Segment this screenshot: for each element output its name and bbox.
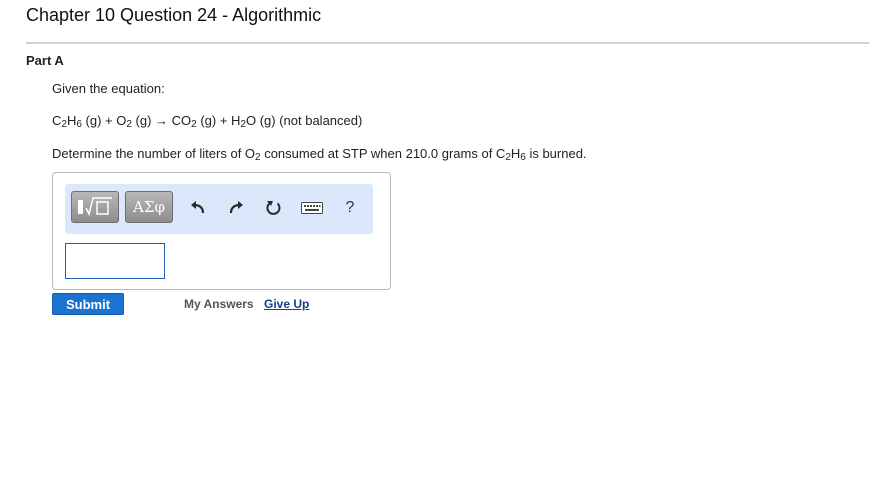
- submit-button[interactable]: Submit: [52, 293, 124, 315]
- templates-button[interactable]: [71, 191, 119, 223]
- question-intro: Given the equation:: [52, 81, 165, 96]
- reset-button[interactable]: [263, 197, 285, 219]
- templates-icon: [78, 197, 112, 217]
- answer-box: ΑΣφ ?: [52, 172, 391, 290]
- title-divider: [26, 42, 869, 44]
- keyboard-button[interactable]: [301, 197, 323, 219]
- symbols-button[interactable]: ΑΣφ: [125, 191, 173, 223]
- undo-button[interactable]: [187, 197, 209, 219]
- page-title: Chapter 10 Question 24 - Algorithmic: [26, 5, 322, 25]
- help-icon: ?: [345, 199, 355, 216]
- math-toolbar: ΑΣφ ?: [65, 184, 373, 234]
- redo-icon: [229, 201, 243, 214]
- my-answers-label: My Answers: [184, 297, 254, 311]
- part-label: Part A: [26, 53, 64, 68]
- help-button[interactable]: ?: [339, 197, 361, 219]
- undo-icon: [191, 201, 205, 214]
- redo-button[interactable]: [225, 197, 247, 219]
- question-prompt: Determine the number of liters of O2 con…: [52, 146, 587, 163]
- reset-icon: [266, 201, 281, 215]
- answer-input[interactable]: [65, 243, 165, 279]
- keyboard-icon: [301, 202, 323, 214]
- question-equation: C2H6 (g) + O2 (g) → CO2 (g) + H2O (g) (n…: [52, 113, 363, 130]
- give-up-link[interactable]: Give Up: [264, 297, 309, 311]
